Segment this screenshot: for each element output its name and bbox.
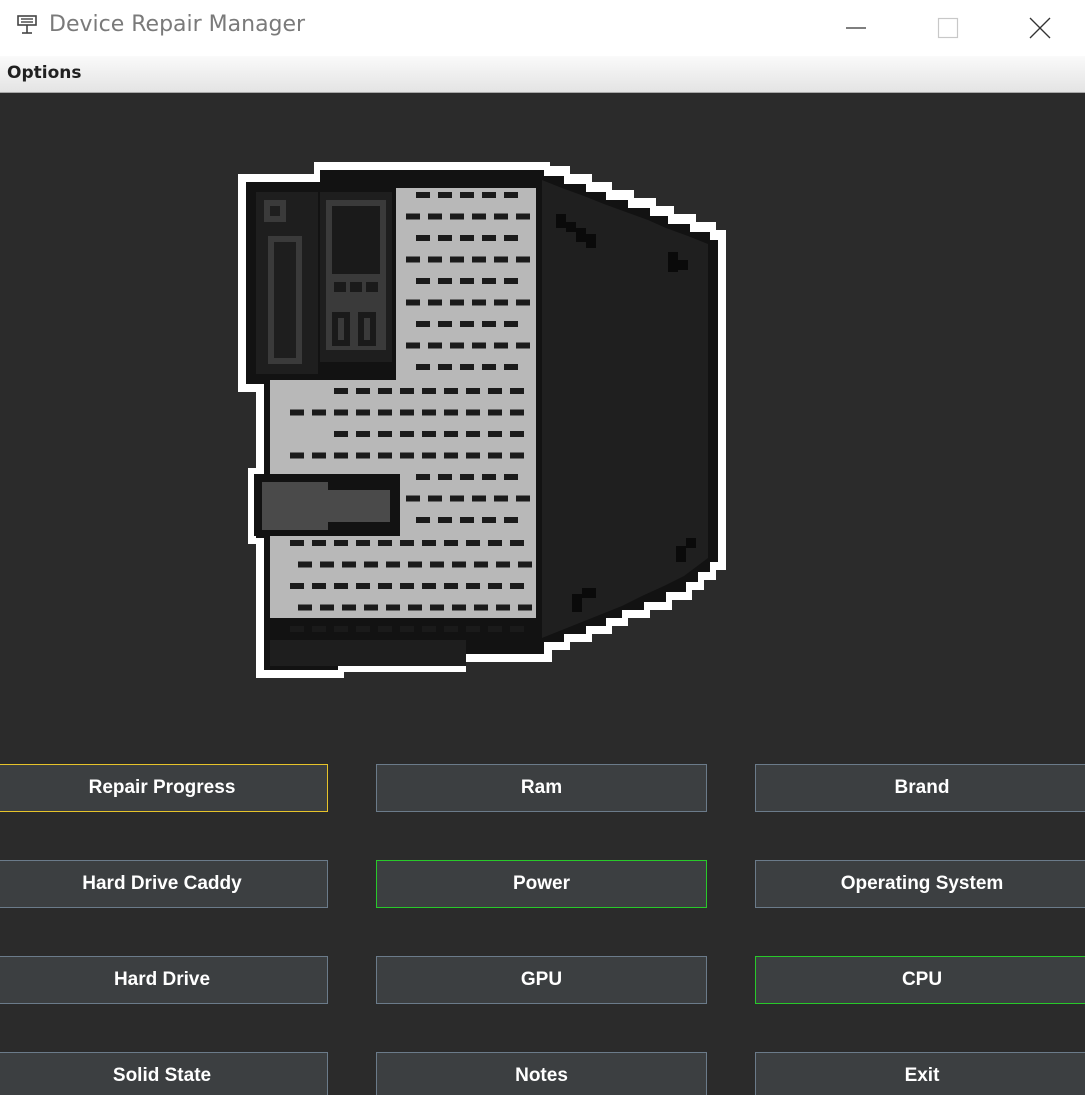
brand-button[interactable]: Brand: [755, 764, 1085, 812]
window-title: Device Repair Manager: [49, 12, 306, 37]
power-button[interactable]: Power: [376, 860, 707, 908]
exit-button[interactable]: Exit: [755, 1052, 1085, 1095]
main-content: Repair Progress Ram Brand Hard Drive Cad…: [0, 94, 1085, 1095]
gpu-button[interactable]: GPU: [376, 956, 707, 1004]
maximize-button[interactable]: [902, 0, 994, 56]
menu-options[interactable]: Options: [7, 63, 81, 83]
maximize-icon: [937, 17, 959, 39]
title-bar: Device Repair Manager: [0, 0, 1085, 56]
solid-state-button[interactable]: Solid State: [0, 1052, 328, 1095]
operating-system-button[interactable]: Operating System: [755, 860, 1085, 908]
pc-tower-image: [238, 162, 726, 678]
minimize-button[interactable]: [810, 0, 902, 56]
repair-progress-button[interactable]: Repair Progress: [0, 764, 328, 812]
close-icon: [1029, 17, 1051, 39]
cpu-button[interactable]: CPU: [755, 956, 1085, 1004]
minimize-icon: [846, 27, 866, 29]
notes-button[interactable]: Notes: [376, 1052, 707, 1095]
close-button[interactable]: [994, 0, 1085, 56]
menu-bar: Options: [0, 56, 1085, 93]
ram-button[interactable]: Ram: [376, 764, 707, 812]
hard-drive-button[interactable]: Hard Drive: [0, 956, 328, 1004]
hard-drive-caddy-button[interactable]: Hard Drive Caddy: [0, 860, 328, 908]
app-icon: [16, 14, 38, 36]
